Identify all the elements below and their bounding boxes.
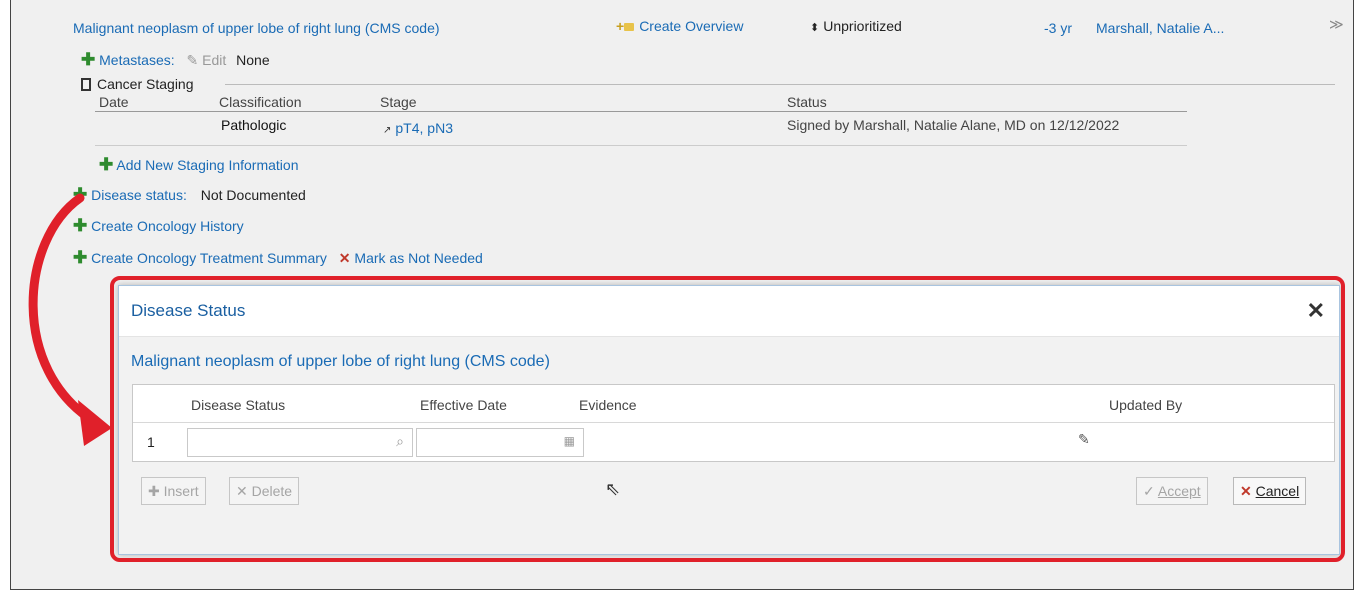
dialog-title: Disease Status xyxy=(131,301,246,320)
disease-status-input[interactable]: ⌕ xyxy=(187,428,413,457)
staging-header-stage: Stage xyxy=(380,94,417,110)
section-divider xyxy=(225,84,1335,85)
checkmark-icon: ✓ xyxy=(1143,483,1155,499)
external-link-icon: ↗ xyxy=(383,125,392,136)
edit-label[interactable]: Edit xyxy=(202,52,226,68)
column-header-effective-date: Effective Date xyxy=(420,397,507,413)
disease-status-grid: Disease Status Effective Date Evidence U… xyxy=(132,384,1335,462)
close-icon[interactable]: ✕ xyxy=(1307,298,1325,324)
staging-header-classification: Classification xyxy=(219,94,302,110)
insert-button[interactable]: ✚ Insert xyxy=(141,477,206,505)
column-header-updated-by: Updated By xyxy=(1109,397,1183,413)
table-row: 1 ⌕ ▦ ✎ xyxy=(133,422,1334,461)
mark-not-needed-link[interactable]: Mark as Not Needed xyxy=(354,250,482,266)
insert-label: Insert xyxy=(163,483,199,499)
dialog-problem-subtitle: Malignant neoplasm of upper lobe of righ… xyxy=(131,353,550,370)
staging-classification: Pathologic xyxy=(221,117,287,133)
create-overview-link[interactable]: + Create Overview xyxy=(616,18,743,34)
dialog-body: Malignant neoplasm of upper lobe of righ… xyxy=(119,337,1339,554)
dialog-header: Disease Status ✕ xyxy=(119,286,1339,337)
add-staging-link: Add New Staging Information xyxy=(116,157,299,173)
staging-status: Signed by Marshall, Natalie Alane, MD on… xyxy=(787,117,1120,133)
mouse-cursor-icon: ⇖ xyxy=(605,479,621,499)
pencil-icon[interactable]: ✎ xyxy=(1078,431,1090,448)
overview-add-icon: + xyxy=(616,18,625,34)
x-icon: ✕ xyxy=(1240,483,1252,499)
staging-row-divider xyxy=(95,145,1187,146)
priority-label: Unprioritized xyxy=(823,18,902,34)
row-number: 1 xyxy=(147,434,155,450)
disease-status-dialog: Disease Status ✕ Malignant neoplasm of u… xyxy=(118,285,1340,555)
x-icon: ✕ xyxy=(236,483,248,499)
column-header-disease-status: Disease Status xyxy=(191,397,286,413)
plus-icon: ✚ xyxy=(148,483,160,499)
metastases-value: None xyxy=(236,52,270,68)
column-header-evidence: Evidence xyxy=(579,397,637,413)
effective-date-input[interactable]: ▦ xyxy=(416,428,584,457)
problem-age: -3 yr xyxy=(1044,20,1072,36)
priority-selector[interactable]: ⬍ Unprioritized xyxy=(810,18,902,34)
cancel-label: Cancel xyxy=(1255,483,1300,499)
staging-stage-cell[interactable]: ↗ pT4, pN3 xyxy=(383,120,453,136)
delete-button[interactable]: ✕ Delete xyxy=(229,477,300,505)
collapse-chevrons-icon[interactable]: ≫ xyxy=(1329,16,1344,33)
close-x-icon[interactable]: ✕ xyxy=(339,250,351,266)
pencil-icon: ✎ xyxy=(186,52,199,68)
annotation-arrow xyxy=(28,193,112,446)
create-overview-label: Create Overview xyxy=(639,18,744,34)
search-icon[interactable]: ⌕ xyxy=(396,433,404,450)
staging-header-divider xyxy=(95,111,1187,112)
disease-status-value: Not Documented xyxy=(200,187,306,203)
accept-button[interactable]: ✓ Accept xyxy=(1136,477,1208,505)
sort-updown-icon: ⬍ xyxy=(810,22,820,34)
staging-stage-link: pT4, pN3 xyxy=(395,120,453,136)
staging-header-status: Status xyxy=(787,94,827,110)
provider-link[interactable]: Marshall, Natalie A... xyxy=(1096,20,1224,36)
calendar-icon[interactable]: ▦ xyxy=(564,434,575,448)
folder-icon xyxy=(624,23,635,31)
accept-label: Accept xyxy=(1157,483,1201,499)
cancel-button[interactable]: ✕ Cancel xyxy=(1233,477,1307,505)
delete-label: Delete xyxy=(251,483,293,499)
